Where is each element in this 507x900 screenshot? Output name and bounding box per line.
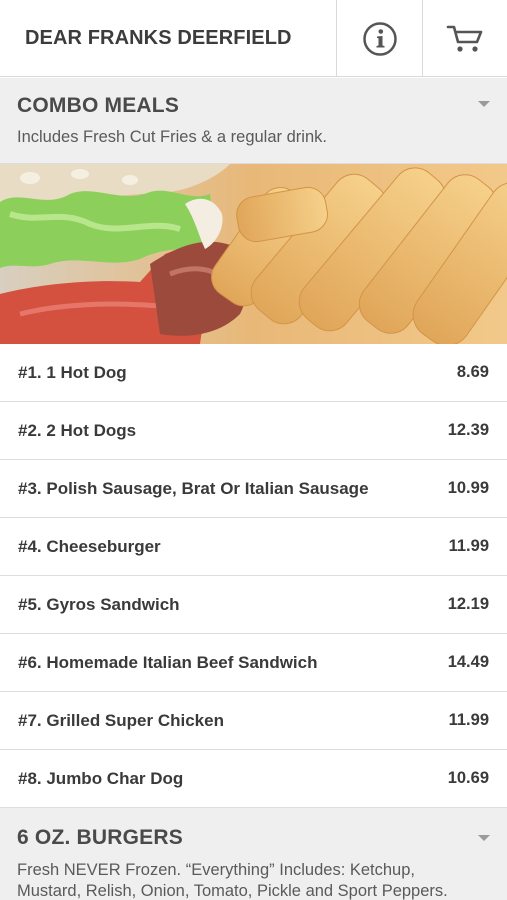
item-price: 12.39 <box>447 421 489 439</box>
menu-item[interactable]: #3. Polish Sausage, Brat Or Italian Saus… <box>0 460 507 518</box>
item-name: #2. 2 Hot Dogs <box>18 421 137 440</box>
chevron-down-icon <box>478 101 490 107</box>
item-price: 8.69 <box>456 363 489 381</box>
menu-item[interactable]: #2. 2 Hot Dogs 12.39 <box>0 402 507 460</box>
item-name: #8. Jumbo Char Dog <box>18 769 184 788</box>
shopping-cart-icon <box>446 25 483 52</box>
item-price: 14.49 <box>447 653 489 671</box>
item-name: #7. Grilled Super Chicken <box>18 711 224 730</box>
menu-item[interactable]: #1. 1 Hot Dog 8.69 <box>0 344 507 402</box>
info-button[interactable] <box>337 0 422 77</box>
burger-and-fries-photo <box>0 164 507 344</box>
category-description: Includes Fresh Cut Fries & a regular dri… <box>17 128 327 146</box>
item-price: 10.99 <box>447 479 489 497</box>
menu-item[interactable]: #4. Cheeseburger 11.99 <box>0 518 507 576</box>
item-price: 11.99 <box>448 711 489 729</box>
menu-item[interactable]: #6. Homemade Italian Beef Sandwich 14.49 <box>0 634 507 692</box>
chevron-down-icon <box>478 835 490 841</box>
item-name: #5. Gyros Sandwich <box>18 595 180 614</box>
item-price: 10.69 <box>447 769 489 787</box>
category-title: 6 OZ. BURGERS <box>17 826 183 849</box>
cart-button[interactable] <box>423 0 507 77</box>
item-name: #4. Cheeseburger <box>18 537 161 556</box>
category-description-line: Mustard, Relish, Onion, Tomato, Pickle a… <box>17 882 448 900</box>
menu-item[interactable]: #7. Grilled Super Chicken 11.99 <box>0 692 507 750</box>
item-name: #6. Homemade Italian Beef Sandwich <box>18 653 318 672</box>
app-header: DEAR FRANKS DEERFIELD <box>0 0 507 77</box>
hero-image <box>0 164 507 344</box>
category-6oz-burgers[interactable]: 6 OZ. BURGERS Fresh NEVER Frozen. “Every… <box>0 808 507 900</box>
category-title: COMBO MEALS <box>17 94 180 117</box>
category-description-line: Fresh NEVER Frozen. “Everything” Include… <box>17 861 415 879</box>
item-name: #1. 1 Hot Dog <box>18 363 127 382</box>
category-combo-meals[interactable]: COMBO MEALS Includes Fresh Cut Fries & a… <box>0 78 507 164</box>
restaurant-name: DEAR FRANKS DEERFIELD <box>25 27 292 49</box>
menu-item[interactable]: #5. Gyros Sandwich 12.19 <box>0 576 507 634</box>
menu-item[interactable]: #8. Jumbo Char Dog 10.69 <box>0 750 507 808</box>
item-name: #3. Polish Sausage, Brat Or Italian Saus… <box>18 479 369 498</box>
info-circle-icon <box>362 21 397 56</box>
item-price: 11.99 <box>448 537 489 555</box>
item-price: 12.19 <box>447 595 489 613</box>
